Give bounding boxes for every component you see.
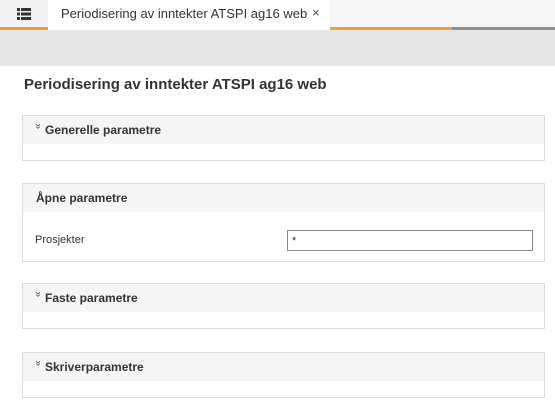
panel-apne-parametre: Åpne parametre Prosjekter [22, 183, 545, 262]
panel-generelle-parametre: » Generelle parametre [22, 115, 545, 161]
page-title: Periodisering av inntekter ATSPI ag16 we… [24, 76, 327, 93]
panel-skriverparametre: » Skriverparametre [22, 352, 545, 398]
menu-button[interactable] [0, 0, 48, 27]
double-chevron-down-icon: » [32, 291, 44, 297]
panel-faste-parametre: » Faste parametre [22, 283, 545, 329]
panel-title: Generelle parametre [45, 123, 162, 137]
panel-header-apne[interactable]: Åpne parametre [23, 184, 544, 212]
prosjekter-label: Prosjekter [35, 234, 85, 246]
panel-title: Skriverparametre [45, 360, 144, 374]
panel-title: Faste parametre [45, 291, 138, 305]
panel-header-faste[interactable]: » Faste parametre [23, 284, 544, 312]
tab-label: Periodisering av inntekter ATSPI ag16 we… [61, 6, 308, 21]
double-chevron-down-icon: » [32, 123, 44, 129]
panel-header-generelle[interactable]: » Generelle parametre [23, 116, 544, 144]
panel-header-skriver[interactable]: » Skriverparametre [23, 353, 544, 381]
tab-periodisering[interactable]: Periodisering av inntekter ATSPI ag16 we… [48, 0, 330, 27]
tab-bar: Periodisering av inntekter ATSPI ag16 we… [0, 0, 555, 30]
prosjekter-input[interactable] [287, 230, 533, 251]
list-icon [17, 7, 31, 20]
double-chevron-down-icon: » [32, 360, 44, 366]
panel-title: Åpne parametre [36, 191, 128, 205]
close-icon[interactable]: × [312, 5, 320, 20]
toolbar [0, 30, 555, 66]
